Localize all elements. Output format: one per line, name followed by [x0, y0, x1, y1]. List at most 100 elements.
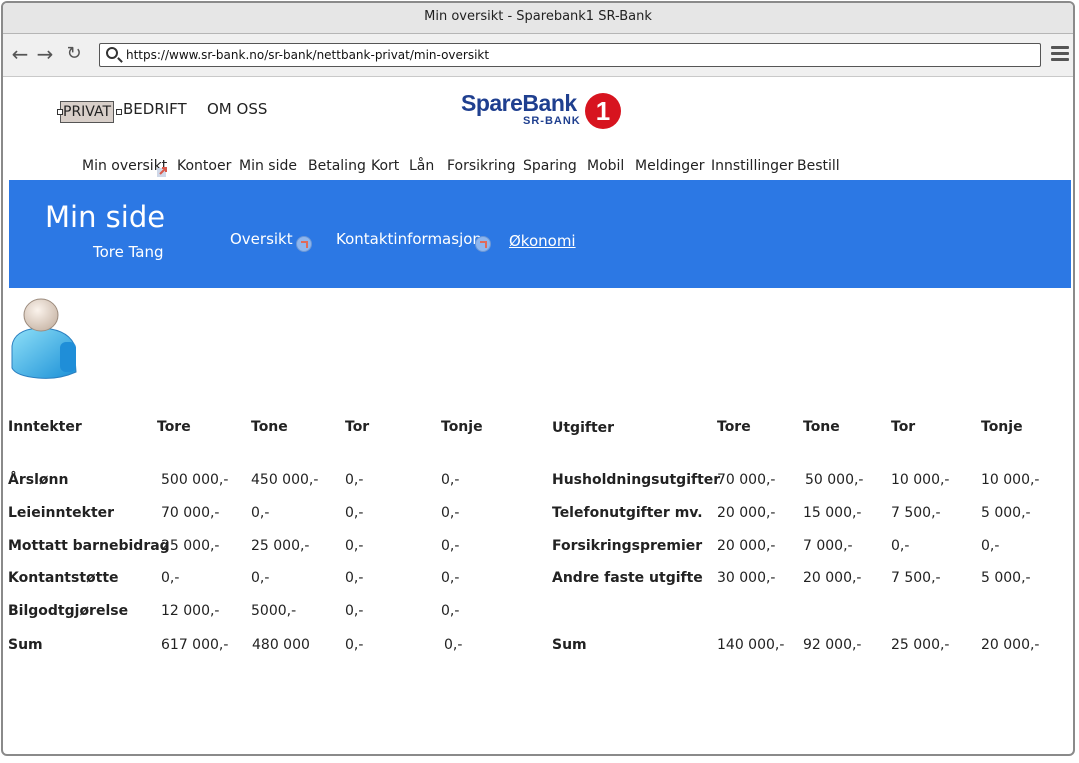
expense-row-label: Telefonutgifter mv. [552, 505, 703, 521]
page-title: Min side [45, 200, 166, 234]
income-cell: 500 000,- [161, 472, 229, 488]
expense-cell: 5 000,- [981, 570, 1031, 586]
sparebank-logo[interactable]: SpareBank SR-BANK 1 [461, 90, 626, 134]
income-row-label: Bilgodtgjørelse [8, 603, 129, 619]
income-cell: 0,- [345, 570, 364, 586]
expense-header-tone: Tone [803, 419, 840, 435]
tab-okonomi[interactable]: Økonomi [509, 232, 576, 250]
expense-header-tor: Tor [891, 419, 916, 435]
income-sum-cell: 0,- [444, 637, 463, 653]
income-cell: 25 000,- [251, 538, 310, 554]
menu-betaling[interactable]: Betaling [308, 158, 366, 174]
user-name: Tore Tang [93, 243, 164, 261]
menu-bestill[interactable]: Bestill [797, 158, 840, 174]
expense-sum-label: Sum [552, 637, 587, 653]
back-arrow-icon[interactable]: ← [9, 42, 31, 66]
logo-brand-text: SpareBank [461, 90, 577, 116]
avatar [11, 298, 77, 379]
income-cell: 0,- [251, 570, 270, 586]
expense-sum-cell: 20 000,- [981, 637, 1040, 653]
expense-sum-cell: 25 000,- [891, 637, 950, 653]
income-cell: 0,- [345, 505, 364, 521]
privat-link[interactable]: PRIVAT [60, 101, 115, 123]
selection-handle-right [116, 109, 122, 115]
expense-cell: 20 000,- [717, 505, 776, 521]
income-sum-cell: 617 000,- [161, 637, 229, 653]
address-bar[interactable]: https://www.sr-bank.no/sr-bank/nettbank-… [99, 43, 1041, 67]
search-icon [106, 47, 118, 59]
income-cell: 450 000,- [251, 472, 319, 488]
expense-header-tore: Tore [717, 419, 751, 435]
expense-row-label: Andre faste utgifte [552, 570, 703, 586]
external-link-icon [296, 236, 312, 252]
menu-kort[interactable]: Kort [371, 158, 399, 174]
forward-arrow-icon[interactable]: → [34, 42, 56, 66]
income-header-tonje: Tonje [441, 419, 483, 435]
url-text: https://www.sr-bank.no/sr-bank/nettbank-… [126, 48, 490, 62]
tab-oversikt[interactable]: Oversikt [230, 230, 293, 248]
income-row-label: Mottatt barnebidrag [8, 538, 170, 554]
income-row-label: Kontantstøtte [8, 570, 119, 586]
income-cell: 12 000,- [161, 603, 220, 619]
bedrift-link[interactable]: BEDRIFT [123, 100, 187, 118]
income-sum-cell: 0,- [345, 637, 364, 653]
income-cell: 0,- [161, 570, 180, 586]
menu-sparing[interactable]: Sparing [523, 158, 577, 174]
income-header-tor: Tor [345, 419, 370, 435]
income-cell: 0,- [441, 570, 460, 586]
income-cell: 0,- [345, 472, 364, 488]
menu-innstillinger[interactable]: Innstillinger [711, 158, 793, 174]
income-header-label: Inntekter [8, 419, 82, 435]
expense-row-label: Husholdningsutgifter [552, 472, 721, 488]
hamburger-menu-icon[interactable] [1051, 46, 1069, 62]
income-cell: 5000,- [251, 603, 297, 619]
expense-cell: 0,- [891, 538, 910, 554]
expense-cell: 10 000,- [891, 472, 950, 488]
reload-icon[interactable]: ↻ [63, 42, 85, 66]
menu-min-side[interactable]: Min side [239, 158, 297, 174]
income-row-label: Leieinntekter [8, 505, 115, 521]
logo-number-badge: 1 [585, 93, 621, 129]
income-header-tone: Tone [251, 419, 288, 435]
menu-lan[interactable]: Lån [409, 158, 434, 174]
expense-header-label: Utgifter [552, 420, 615, 436]
income-row-label: Årslønn [8, 472, 69, 488]
expense-sum-cell: 140 000,- [717, 637, 785, 653]
income-cell: 70 000,- [161, 505, 220, 521]
income-sum-cell: 480 000 [252, 637, 310, 653]
income-cell: 0,- [441, 472, 460, 488]
income-cell: 25 000,- [161, 538, 220, 554]
expense-cell: 7 500,- [891, 570, 941, 586]
income-cell: 0,- [345, 603, 364, 619]
expense-header-tonje: Tonje [981, 419, 1023, 435]
menu-forsikring[interactable]: Forsikring [447, 158, 516, 174]
expense-cell: 7 500,- [891, 505, 941, 521]
expense-cell: 5 000,- [981, 505, 1031, 521]
expense-cell: 50 000,- [805, 472, 864, 488]
expense-cell: 15 000,- [803, 505, 862, 521]
external-link-icon [157, 167, 167, 177]
menu-kontoer[interactable]: Kontoer [177, 158, 231, 174]
menu-meldinger[interactable]: Meldinger [635, 158, 705, 174]
window-title: Min oversikt - Sparebank1 SR-Bank [3, 3, 1073, 34]
logo-sub-text: SR-BANK [523, 115, 581, 127]
income-cell: 0,- [251, 505, 270, 521]
browser-window: Min oversikt - Sparebank1 SR-Bank ← → ↻ … [1, 1, 1075, 756]
expense-cell: 0,- [981, 538, 1000, 554]
selection-handle-left [57, 109, 63, 115]
expense-cell: 30 000,- [717, 570, 776, 586]
income-cell: 0,- [441, 505, 460, 521]
om-oss-link[interactable]: OM OSS [207, 100, 267, 118]
expense-cell: 20 000,- [803, 570, 862, 586]
external-link-icon [475, 236, 491, 252]
income-cell: 0,- [345, 538, 364, 554]
income-cell: 0,- [441, 538, 460, 554]
expense-row-label: Forsikringspremier [552, 538, 703, 554]
menu-min-oversikt[interactable]: Min oversikt [82, 158, 167, 174]
page-banner: Min side Tore Tang Oversikt Kontaktinfor… [9, 180, 1071, 288]
expense-cell: 7 000,- [803, 538, 853, 554]
income-header-tore: Tore [157, 419, 191, 435]
expense-cell: 10 000,- [981, 472, 1040, 488]
tab-kontaktinformasjon[interactable]: Kontaktinformasjon [336, 230, 482, 248]
menu-mobil[interactable]: Mobil [587, 158, 624, 174]
